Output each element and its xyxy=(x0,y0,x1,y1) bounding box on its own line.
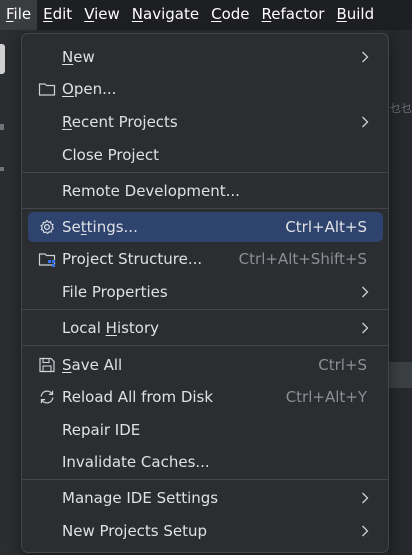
menu-file[interactable]: File xyxy=(0,0,38,30)
menu-item-label: Save All xyxy=(62,356,123,374)
menu-item-local-history[interactable]: Local History xyxy=(28,313,383,343)
menu-item-close-project[interactable]: Close Project xyxy=(28,140,383,170)
menu-separator xyxy=(22,208,388,209)
tool-window-mark xyxy=(0,124,4,130)
menu-item-label: Recent Projects xyxy=(62,113,178,131)
menu-item-label: New xyxy=(62,48,95,66)
tool-window-strip xyxy=(0,30,22,555)
folder-icon xyxy=(38,83,56,96)
menu-item-label: Project Structure... xyxy=(62,250,203,268)
menu-item-file-properties[interactable]: File Properties xyxy=(28,277,383,307)
menu-item-label: Open... xyxy=(62,80,117,98)
menu-build[interactable]: Build xyxy=(330,0,380,30)
menu-item-label: Manage IDE Settings xyxy=(62,489,219,507)
menu-item-label: Repair IDE xyxy=(62,421,141,439)
chevron-right-icon xyxy=(362,286,369,298)
chevron-right-icon xyxy=(362,492,369,504)
menu-item-invalidate-caches[interactable]: Invalidate Caches... xyxy=(28,447,383,477)
project-structure-icon xyxy=(38,253,56,267)
menu-separator xyxy=(22,172,388,173)
menu-item-save-all[interactable]: Save All Ctrl+S xyxy=(28,350,383,380)
shortcut-label: Ctrl+S xyxy=(318,356,367,374)
gear-icon xyxy=(40,219,54,235)
menu-item-label: Settings... xyxy=(62,218,138,236)
menu-separator xyxy=(22,479,388,480)
menu-item-label: File Properties xyxy=(62,283,168,301)
menu-item-repair-ide[interactable]: Repair IDE xyxy=(28,415,383,445)
menu-item-label: Local History xyxy=(62,319,160,337)
menu-item-manage-ide-settings[interactable]: Manage IDE Settings xyxy=(28,483,383,513)
shortcut-label: Ctrl+Alt+S xyxy=(285,218,367,236)
chevron-right-icon xyxy=(362,116,369,128)
shortcut-label: Ctrl+Alt+Y xyxy=(285,388,367,406)
menu-item-project-structure[interactable]: Project Structure... Ctrl+Alt+Shift+S xyxy=(28,244,383,274)
menu-item-settings[interactable]: Settings... Ctrl+Alt+S xyxy=(28,212,383,242)
save-icon xyxy=(39,357,55,373)
menu-code[interactable]: Code xyxy=(205,0,255,30)
menu-item-label: Reload All from Disk xyxy=(62,388,214,406)
shortcut-label: Ctrl+Alt+Shift+S xyxy=(238,250,367,268)
menu-item-label: Invalidate Caches... xyxy=(62,453,210,471)
menu-item-reload-all[interactable]: Reload All from Disk Ctrl+Alt+Y xyxy=(28,382,383,412)
menu-view[interactable]: View xyxy=(78,0,126,30)
menu-separator xyxy=(22,309,388,310)
menu-item-label: Close Project xyxy=(62,146,159,164)
main-menu-bar: File Edit View Navigate Code Refactor Bu… xyxy=(0,0,412,30)
menu-item-new-projects-setup[interactable]: New Projects Setup xyxy=(28,516,383,546)
editor-hint-text: 乜乜 xyxy=(390,102,412,115)
project-tool-button[interactable] xyxy=(0,44,5,74)
menu-separator xyxy=(22,345,388,346)
menu-item-recent-projects[interactable]: Recent Projects xyxy=(28,107,383,137)
chevron-right-icon xyxy=(362,322,369,334)
tool-window-mark xyxy=(0,167,4,171)
menu-item-new[interactable]: New xyxy=(28,42,383,72)
menu-item-remote-development[interactable]: Remote Development... xyxy=(28,176,383,206)
menu-item-open[interactable]: Open... xyxy=(28,74,383,104)
chevron-right-icon xyxy=(362,51,369,63)
menu-edit[interactable]: Edit xyxy=(37,0,78,30)
menu-item-label: Remote Development... xyxy=(62,182,240,200)
reload-icon xyxy=(40,390,54,404)
menu-item-label: New Projects Setup xyxy=(62,522,208,540)
chevron-right-icon xyxy=(362,525,369,537)
file-menu-dropdown: New Open... Recent Projects Close Projec… xyxy=(21,33,389,553)
editor-selected-line xyxy=(388,362,412,388)
menu-navigate[interactable]: Navigate xyxy=(126,0,205,30)
menu-refactor[interactable]: Refactor xyxy=(256,0,331,30)
